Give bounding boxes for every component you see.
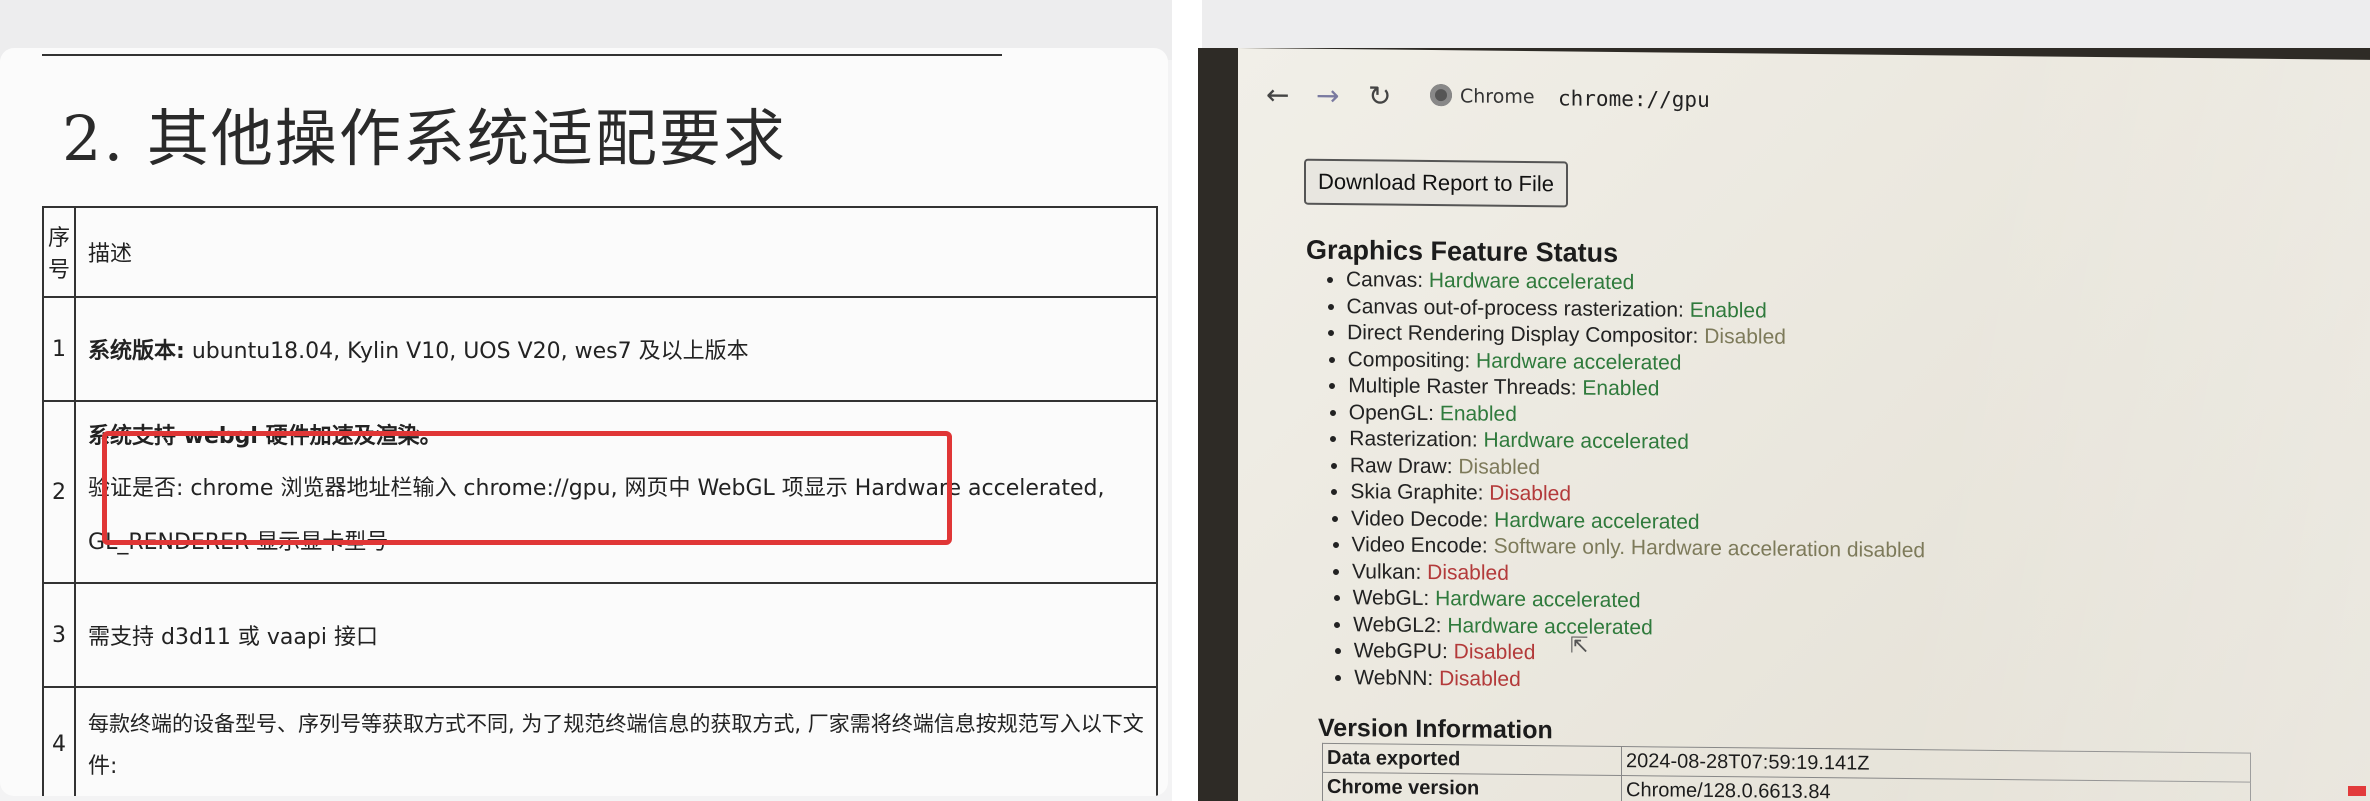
feature-name: WebGL2: [1353, 612, 1448, 637]
table-row: 4 每款终端的设备型号、序列号等获取方式不同, 为了规范终端信息的获取方式, 厂… [41, 686, 1158, 796]
feature-name: WebGL: [1352, 586, 1436, 611]
header-cell-desc: 描述 [74, 206, 1158, 298]
feature-name: WebNN: [1354, 665, 1440, 690]
section-heading: 2. 其他操作系统适配要求 [62, 102, 787, 175]
document-image: 2. 其他操作系统适配要求 序号 描述 1 系统版本: ubuntu18.04,… [0, 48, 1168, 796]
download-report-button[interactable]: Download Report to File [1304, 158, 1569, 208]
back-arrow-icon[interactable]: ← [1266, 78, 1289, 111]
feature-status: Hardware accelerated [1435, 587, 1641, 613]
feature-name: WebGPU: [1353, 639, 1454, 664]
feature-status: Disabled [1458, 454, 1541, 479]
feature-name: Video Decode: [1350, 506, 1495, 532]
feature-name: Multiple Raster Threads: [1348, 374, 1583, 400]
feature-name: Direct Rendering Display Compositor: [1347, 321, 1705, 348]
feature-name: Vulkan: [1352, 559, 1428, 584]
version-key: Data exported [1322, 743, 1622, 776]
row-description: 系统版本: ubuntu18.04, Kylin V10, UOS V20, w… [74, 296, 1158, 402]
feature-name: Compositing: [1347, 347, 1477, 372]
address-bar-url[interactable]: chrome://gpu [1558, 86, 1710, 112]
row-description: 需支持 d3d11 或 vaapi 接口 [74, 582, 1158, 688]
feature-status: Disabled [1439, 666, 1521, 691]
mouse-cursor-icon: ⇱ [1570, 633, 1589, 659]
feature-status: Hardware accelerated [1483, 428, 1689, 454]
feature-status: Software only. Hardware acceleration dis… [1493, 534, 1926, 563]
table-row: 1 系统版本: ubuntu18.04, Kylin V10, UOS V20,… [41, 296, 1158, 402]
row-number: 1 [41, 296, 77, 402]
row-label: 系统版本: [88, 339, 185, 364]
feature-name: Canvas out-of-process rasterization: [1346, 294, 1690, 322]
reload-icon[interactable]: ↻ [1368, 79, 1391, 112]
feature-status: Hardware accelerated [1476, 348, 1682, 375]
header-cell-no: 序号 [41, 206, 77, 298]
feature-name: Canvas: [1346, 268, 1429, 292]
feature-name: OpenGL: [1348, 400, 1440, 425]
row-number: 2 [41, 400, 77, 584]
corner-mark [2348, 786, 2366, 796]
feature-status-list: Canvas: Hardware acceleratedCanvas out-o… [1306, 267, 1925, 697]
row-text: ubuntu18.04, Kylin V10, UOS V20, wes7 及以… [184, 339, 749, 364]
feature-status: Enabled [1582, 376, 1660, 401]
feature-name: Rasterization: [1349, 427, 1484, 452]
row-line: 每款终端的设备型号、序列号等获取方式不同, 为了规范终端信息的获取方式, 厂家需… [88, 712, 1144, 736]
browser-toolbar: ← → ↻ Chrome chrome://gpu [1238, 48, 2370, 150]
top-rule [42, 54, 1002, 56]
feature-item: WebNN: Disabled [1354, 665, 1925, 697]
feature-status: Disabled [1704, 324, 1786, 349]
highlight-box [102, 431, 952, 545]
version-info-table: Data exported 2024-08-28T07:59:19.141Z C… [1322, 743, 2251, 801]
chrome-icon [1430, 84, 1452, 107]
feature-status: Hardware accelerated [1494, 508, 1700, 534]
feature-name: Skia Graphite: [1350, 480, 1490, 505]
feature-status: Disabled [1453, 640, 1536, 665]
laptop-screen: ← → ↻ Chrome chrome://gpu Download Repor… [1238, 48, 2370, 801]
row-number: 3 [41, 582, 77, 688]
table-row: 3 需支持 d3d11 或 vaapi 接口 [41, 582, 1158, 688]
feature-status: Hardware accelerated [1428, 268, 1635, 295]
row-number: 4 [41, 686, 77, 796]
version-key: Chrome version [1322, 772, 1622, 801]
feature-status: Disabled [1427, 560, 1509, 585]
table-header-row: 序号 描述 [41, 206, 1158, 298]
row-line: 件: [88, 754, 118, 779]
gpu-page-photo: ← → ↻ Chrome chrome://gpu Download Repor… [1198, 48, 2370, 801]
feature-status: Enabled [1689, 298, 1767, 323]
feature-status: Hardware accelerated [1447, 613, 1653, 639]
row-description: 每款终端的设备型号、序列号等获取方式不同, 为了规范终端信息的获取方式, 厂家需… [74, 686, 1158, 796]
feature-status: Disabled [1489, 481, 1572, 506]
version-info-title: Version Information [1318, 713, 1553, 745]
feature-name: Raw Draw: [1349, 453, 1459, 478]
feature-name: Video Encode: [1351, 533, 1494, 558]
site-label: Chrome [1460, 85, 1535, 109]
feature-status: Enabled [1439, 401, 1517, 426]
feature-status-title: Graphics Feature Status [1306, 234, 1619, 268]
forward-arrow-icon[interactable]: → [1316, 79, 1339, 112]
